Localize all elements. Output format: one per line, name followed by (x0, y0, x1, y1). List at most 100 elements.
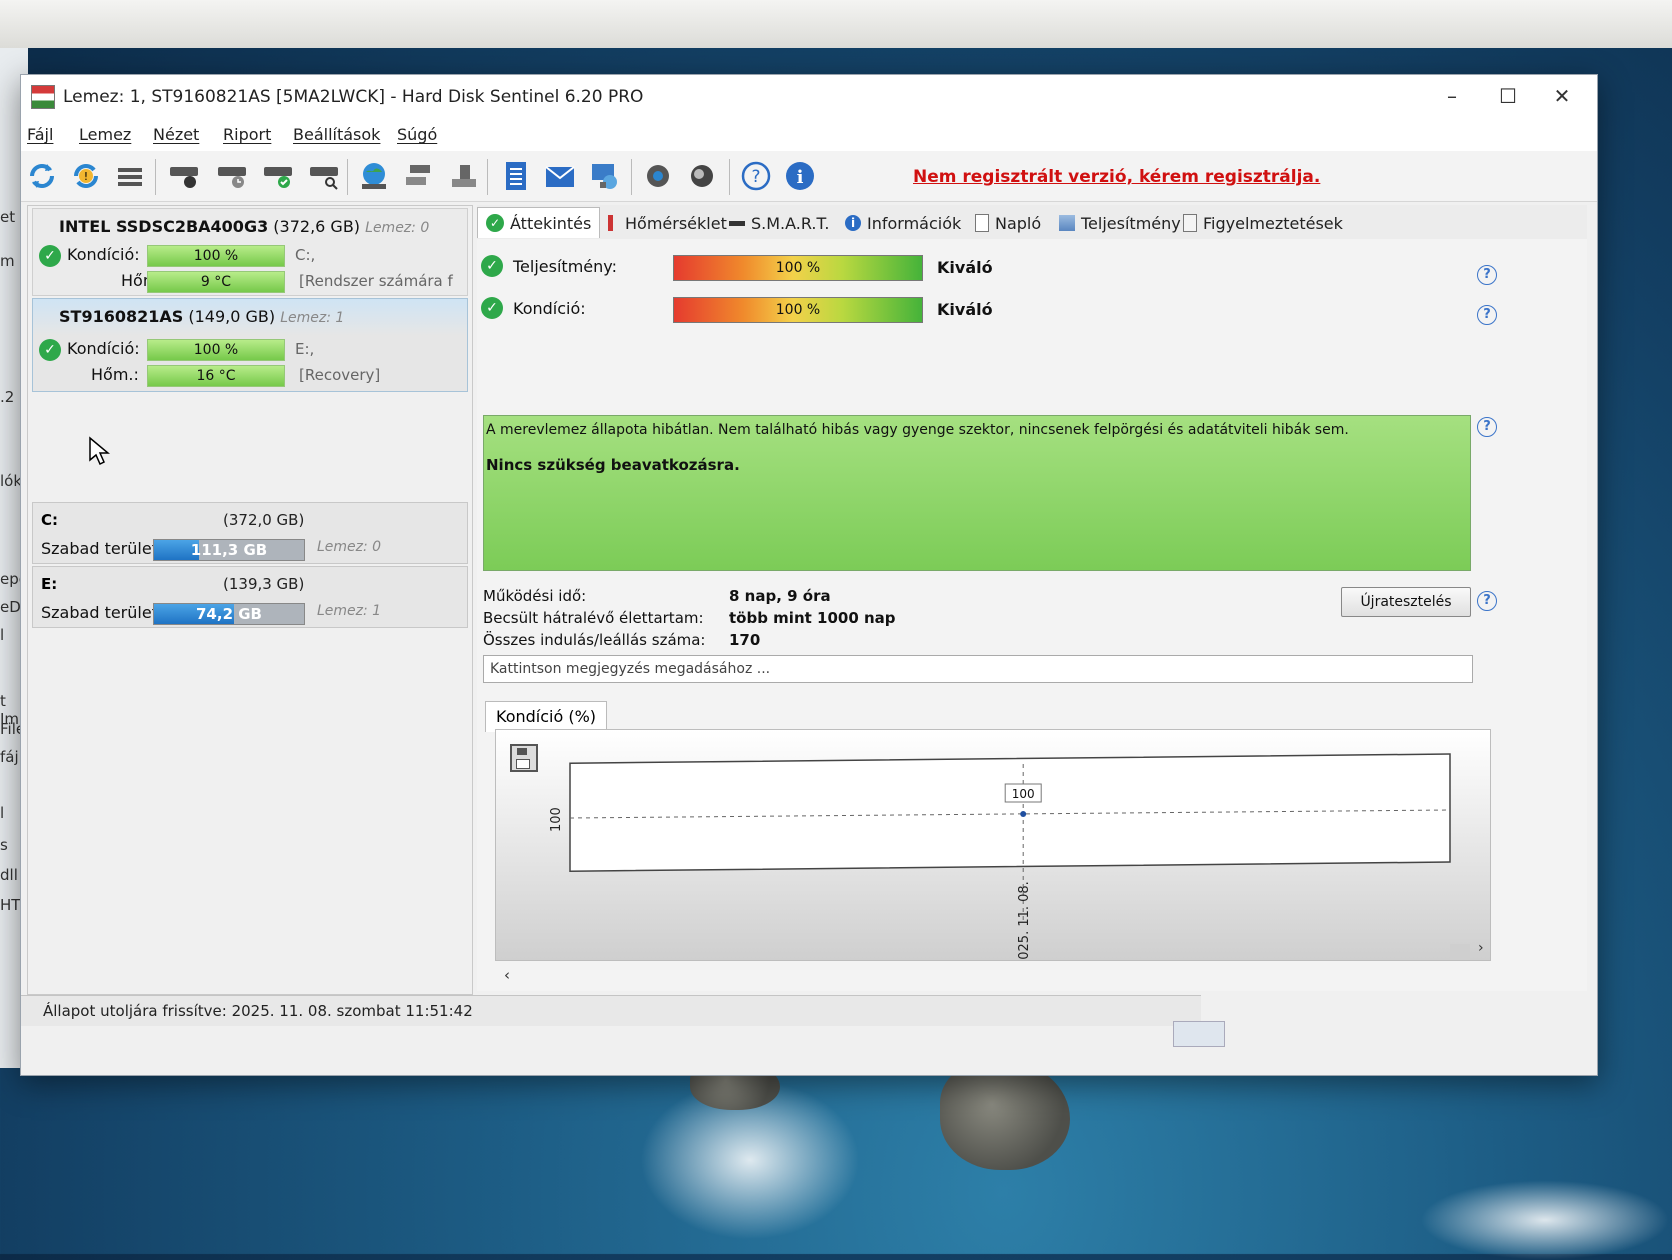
refresh-icon[interactable] (25, 159, 59, 193)
svg-text:i: i (797, 167, 804, 188)
refresh-alert-icon[interactable]: ! (69, 159, 103, 193)
disk-icon[interactable] (167, 159, 201, 193)
tab-label: Információk (867, 213, 962, 233)
performance-meter: 100 % (673, 255, 923, 281)
performance-verdict: Kiváló (937, 258, 993, 277)
disk-search-icon[interactable] (307, 159, 341, 193)
scrollbar-thumb[interactable] (1450, 944, 1470, 958)
status-bar: Állapot utoljára frissítve: 2025. 11. 08… (21, 995, 1201, 1026)
window-title: Lemez: 1, ST9160821AS [5MA2LWCK] - Hard … (63, 87, 644, 107)
menu-disk[interactable]: Lemez (79, 125, 131, 144)
network-icon[interactable] (403, 159, 437, 193)
monitor-icon[interactable] (587, 159, 621, 193)
globe-icon[interactable] (357, 159, 391, 193)
y-tick-label: 100 (549, 807, 564, 832)
tab-label: S.M.A.R.T. (751, 213, 830, 233)
register-link[interactable]: Nem regisztrált verzió, kérem regisztrál… (913, 167, 1320, 187)
tab-alerts[interactable]: Figyelmeztetések (1175, 209, 1351, 237)
menu-file[interactable]: Fájl (27, 125, 53, 144)
minimize-button[interactable]: – (1427, 79, 1477, 113)
ok-check-icon: ✓ (39, 245, 61, 267)
status-action: Nincs szükség beavatkozásra. (486, 456, 740, 474)
tab-performance[interactable]: Teljesítmény (1051, 209, 1189, 237)
help-icon[interactable]: ? (1477, 591, 1497, 611)
disk-size: (149,0 GB) (188, 307, 276, 326)
view-toggle-icons[interactable] (1173, 1021, 1225, 1047)
performance-value: 100 % (775, 260, 821, 276)
start-stop-label: Összes indulás/leállás száma: (483, 631, 706, 649)
desktop-text: l (0, 626, 5, 644)
volume-disk: Lemez: 0 (317, 539, 382, 555)
disk-clock-icon[interactable] (215, 159, 249, 193)
note-input[interactable]: Kattintson megjegyzés megadásához ... (483, 655, 1473, 683)
menu-help[interactable]: Súgó (397, 125, 437, 144)
list-icon[interactable] (113, 159, 147, 193)
data-point (1020, 811, 1027, 817)
free-space-label: Szabad terület (41, 603, 158, 622)
desktop-text: dll (0, 866, 18, 884)
maximize-button[interactable]: ☐ (1483, 79, 1533, 113)
close-button[interactable]: ✕ (1537, 79, 1587, 113)
scroll-right-icon[interactable]: › (1478, 940, 1484, 956)
drive-icon[interactable] (447, 159, 481, 193)
disk-model: INTEL SSDSC2BA400G3 (59, 217, 269, 236)
menu-bar: Fájl Lemez Nézet Riport Beállítások Súgó (21, 119, 1597, 151)
disk-list-panel: INTEL SSDSC2BA400G3 (372,6 GB) Lemez: 0 … (27, 205, 473, 995)
info-icon: i (845, 215, 861, 231)
power-on-value: 8 nap, 9 óra (729, 587, 831, 605)
volume-letter: E: (41, 575, 58, 593)
partition-label: [Rendszer számára f (299, 272, 453, 290)
condition-bar: 100 % (147, 339, 285, 361)
volume-card[interactable]: E: (139,3 GB) Szabad terület 74,2 GB Lem… (32, 566, 468, 628)
tab-log[interactable]: Napló (967, 209, 1049, 237)
overview-panel: ✓ Teljesítmény: 100 % Kiváló ? ✓ Kondíci… (477, 239, 1587, 991)
desktop-text: .2 (0, 388, 15, 406)
menu-settings[interactable]: Beállítások (293, 125, 380, 144)
help-icon[interactable]: ? (1477, 417, 1497, 437)
mail-icon[interactable] (543, 159, 577, 193)
disk-card-selected[interactable]: ST9160821AS (149,0 GB) Lemez: 1 ✓ Kondíc… (32, 298, 468, 392)
tab-label: Hőmérséklet (625, 213, 727, 233)
volume-size: (372,0 GB) (223, 511, 305, 529)
wave-foam (1420, 1180, 1670, 1260)
lifetime-label: Becsült hátralévő élettartam: (483, 609, 704, 627)
tab-information[interactable]: i Információk (837, 209, 969, 237)
scroll-left-icon[interactable]: ‹ (504, 966, 510, 984)
help-icon[interactable]: ? (739, 159, 773, 193)
retest-button[interactable]: Újratesztelés (1341, 587, 1471, 617)
disk-size: (372,6 GB) (273, 217, 361, 236)
report-icon[interactable] (499, 159, 533, 193)
disk-card[interactable]: INTEL SSDSC2BA400G3 (372,6 GB) Lemez: 0 … (32, 208, 468, 296)
alerts-icon (1183, 214, 1197, 232)
help-icon[interactable]: ? (1477, 305, 1497, 325)
free-space-value: 111,3 GB (190, 541, 268, 559)
volume-disk: Lemez: 1 (317, 603, 382, 619)
chart-tab[interactable]: Kondíció (%) (485, 701, 608, 732)
tab-overview[interactable]: ✓ Áttekintés (477, 207, 601, 238)
tab-temperature[interactable]: Hőmérséklet (595, 209, 735, 237)
toolbar: ! ? i Nem regisztrált verzió, kérem regi… (21, 151, 1597, 202)
info-icon[interactable]: i (783, 159, 817, 193)
disk-check-icon[interactable] (261, 159, 295, 193)
volume-card[interactable]: C: (372,0 GB) Szabad terület 111,3 GB Le… (32, 502, 468, 564)
title-bar[interactable]: Lemez: 1, ST9160821AS [5MA2LWCK] - Hard … (21, 75, 1597, 119)
free-space-value: 74,2 GB (196, 605, 262, 623)
health-verdict: Kiváló (937, 300, 993, 319)
menu-report[interactable]: Riport (223, 125, 271, 144)
svg-text:!: ! (84, 170, 88, 183)
volume-size: (139,3 GB) (223, 575, 305, 593)
x-tick-label: 2025. 11. 08. (1017, 881, 1032, 960)
free-space-label: Szabad terület (41, 539, 158, 558)
svg-text:?: ? (751, 167, 760, 187)
help-icon[interactable]: ? (1477, 265, 1497, 285)
settings-icon[interactable] (641, 159, 675, 193)
menu-view[interactable]: Nézet (153, 125, 199, 144)
free-space-bar: 74,2 GB (153, 603, 305, 625)
toolbar-separator (487, 159, 488, 195)
temp-bar: 16 °C (147, 365, 285, 387)
disk-model: ST9160821AS (59, 307, 184, 326)
toolbar-separator (347, 159, 348, 195)
check-icon: ✓ (486, 214, 504, 232)
tab-smart[interactable]: S.M.A.R.T. (721, 209, 837, 237)
speaker-icon[interactable] (685, 159, 719, 193)
